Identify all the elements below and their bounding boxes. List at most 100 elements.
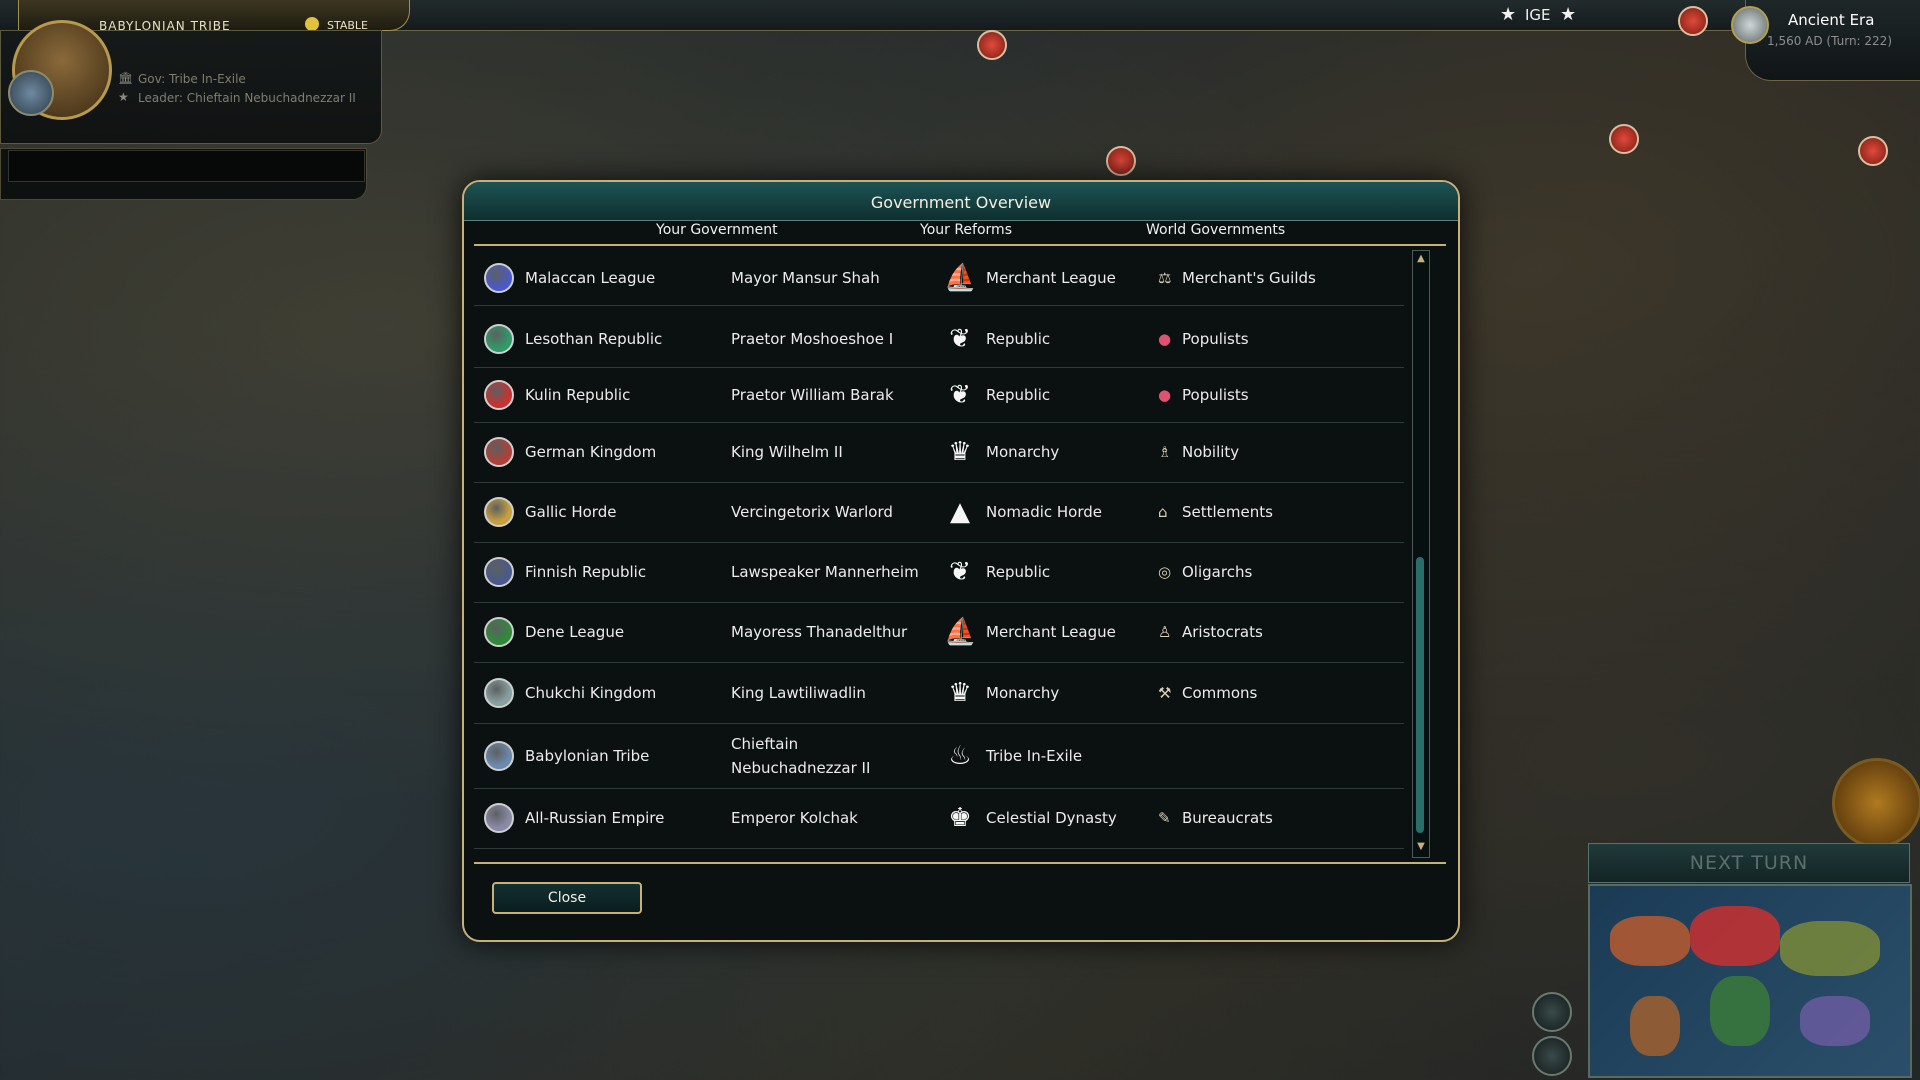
faction-cell: Populists (1182, 329, 1249, 348)
leader-name-cell: King Wilhelm II (731, 443, 843, 461)
government-type-cell: Republic (986, 563, 1051, 581)
table-row[interactable]: Malaccan League Mayor Mansur Shah ⛵ Merchan… (474, 250, 1404, 306)
crown-icon: ♛ (948, 677, 972, 708)
table-row[interactable]: Finnish Republic Lawspeaker Mannerheim ❦ Re… (474, 542, 1404, 603)
table-row[interactable]: Kulin Republic Praetor William Barak ❦ Repu… (474, 367, 1404, 423)
civ-emblem-icon (484, 379, 514, 410)
dialog-header: Government Overview (464, 182, 1458, 221)
civ-name-cell: Malaccan League (525, 268, 656, 287)
map-unit-token[interactable] (1858, 136, 1888, 166)
civ-emblem-icon (484, 803, 514, 833)
leader-line: Leader: Chieftain Nebuchadnezzar II (138, 91, 356, 105)
minimap-land (1710, 976, 1770, 1046)
people-icon: ● (1158, 385, 1172, 404)
people-icon: ● (1158, 329, 1172, 348)
campfire-icon: ♨ (948, 740, 972, 771)
plow-icon: ⚒ (1158, 683, 1172, 702)
governments-table: Malaccan League Mayor Mansur Shah ⛵ Merchan… (474, 250, 1404, 856)
table-row[interactable]: All-Russian Empire Emperor Kolchak ♚ Celest… (474, 788, 1404, 849)
footer-divider (474, 862, 1446, 864)
minimap[interactable] (1588, 884, 1912, 1078)
government-type-cell: Tribe In-Exile (986, 746, 1083, 765)
table-row[interactable]: German Kingdom King Wilhelm II ♛ Monarchy ♗ N… (474, 422, 1404, 483)
faction-cell: Bureaucrats (1182, 809, 1273, 827)
government-type-cell: Nomadic Horde (986, 503, 1103, 521)
next-turn-button[interactable]: NEXT TURN (1588, 843, 1910, 883)
table-scrollbar[interactable]: ▲ ▼ (1412, 250, 1430, 858)
leader-name-cell: Mayor Mansur Shah (731, 268, 880, 287)
tab-your-reforms[interactable]: Your Reforms (920, 222, 1012, 238)
leader-star-icon: ★ (118, 90, 129, 104)
ige-button[interactable]: IGE (1525, 6, 1551, 24)
laurel-icon: ❦ (949, 379, 971, 410)
scroll-down-icon[interactable]: ▼ (1413, 841, 1429, 852)
close-button[interactable]: Close (492, 882, 642, 914)
laurel-icon: ❦ (949, 323, 971, 354)
civ-name-cell: Lesothan Republic (525, 329, 663, 348)
minimap-land (1610, 916, 1690, 966)
civ-name-cell: Finnish Republic (525, 563, 647, 581)
faction-cell: Merchant's Guilds (1182, 268, 1316, 287)
civ-emblem-icon (484, 497, 514, 527)
laurel-icon: ❦ (949, 557, 971, 587)
map-unit-token[interactable] (1106, 146, 1136, 176)
government-type-cell: Republic (986, 385, 1051, 404)
culture-overview-icon[interactable] (1832, 758, 1920, 848)
civ-emblem-icon (484, 617, 514, 647)
civ-name-cell: All-Russian Empire (525, 809, 665, 827)
civ-name-cell: Chukchi Kingdom (525, 683, 657, 702)
table-row[interactable]: Chukchi Kingdom King Lawtiliwadlin ♛ Monarc… (474, 662, 1404, 724)
quill-icon: ✎ (1158, 809, 1171, 827)
dynasty-crown-icon: ♚ (948, 803, 972, 833)
date-label: 1,560 AD (Turn: 222) (1767, 34, 1892, 48)
minimap-land (1800, 996, 1870, 1046)
tab-world-governments[interactable]: World Governments (1146, 222, 1285, 238)
ship-icon: ⛵ (944, 262, 977, 293)
faction-cell: Nobility (1182, 443, 1240, 461)
scroll-up-icon[interactable]: ▲ (1413, 253, 1429, 264)
civ-emblem-icon (484, 677, 514, 708)
civilopedia-icon[interactable] (1731, 6, 1769, 44)
leader-name-cell: Chieftain Nebuchadnezzar II (731, 734, 871, 777)
leader-name-cell: Vercingetorix Warlord (731, 503, 893, 521)
ship-icon: ⛵ (944, 617, 977, 647)
tab-divider (474, 244, 1446, 246)
map-options-icon[interactable] (1532, 1036, 1572, 1076)
scroll-thumb[interactable] (1416, 557, 1424, 833)
civ-emblem-icon (484, 740, 514, 771)
noble-icon: ♗ (1158, 443, 1172, 461)
civ-name-cell: Dene League (525, 623, 625, 641)
government-type-cell: Merchant League (986, 623, 1116, 641)
civ-emblem-icon (484, 557, 514, 587)
crown-icon: ♛ (948, 437, 972, 467)
hut-icon: ⌂ (1158, 503, 1168, 521)
government-line: Gov: Tribe In-Exile (138, 72, 246, 86)
scroll-notes-icon[interactable] (1532, 992, 1572, 1032)
civ-emblem-icon (484, 262, 514, 293)
government-type-cell: Monarchy (986, 683, 1060, 702)
table-row[interactable]: Babylonian Tribe Chieftain Nebuchadnezzar… (474, 723, 1404, 789)
table-row[interactable]: Lesothan Republic Praetor Moshoeshoe I ❦ Re… (474, 310, 1404, 368)
faction-cell: Populists (1182, 385, 1249, 404)
civ-name-cell: Kulin Republic (525, 385, 631, 404)
star-icon: ★ (1560, 4, 1577, 25)
leader-name-cell: Praetor Moshoeshoe I (731, 329, 894, 348)
civ-emblem-icon (8, 70, 54, 116)
tab-your-government[interactable]: Your Government (656, 222, 778, 238)
faction-cell: Settlements (1182, 503, 1273, 521)
religion-token-icon[interactable] (1678, 6, 1708, 36)
civ-name-cell: Babylonian Tribe (525, 746, 650, 765)
map-unit-token[interactable] (977, 30, 1007, 60)
star-icon: ★ (1500, 4, 1517, 25)
stability-face-icon (305, 17, 319, 31)
leader-name-cell: King Lawtiliwadlin (731, 683, 866, 702)
minimap-land (1690, 906, 1780, 966)
civ-emblem-icon (484, 323, 514, 354)
faction-cell: Commons (1182, 683, 1258, 702)
government-building-icon: 🏛 (118, 71, 134, 85)
table-row[interactable]: Gallic Horde Vercingetorix Warlord ▲ Nomadi… (474, 482, 1404, 543)
minimap-land (1630, 996, 1680, 1056)
minimap-land (1780, 921, 1880, 976)
table-row[interactable]: Dene League Mayoress Thanadelthur ⛵ Merchan… (474, 602, 1404, 663)
map-unit-token[interactable] (1609, 124, 1639, 154)
